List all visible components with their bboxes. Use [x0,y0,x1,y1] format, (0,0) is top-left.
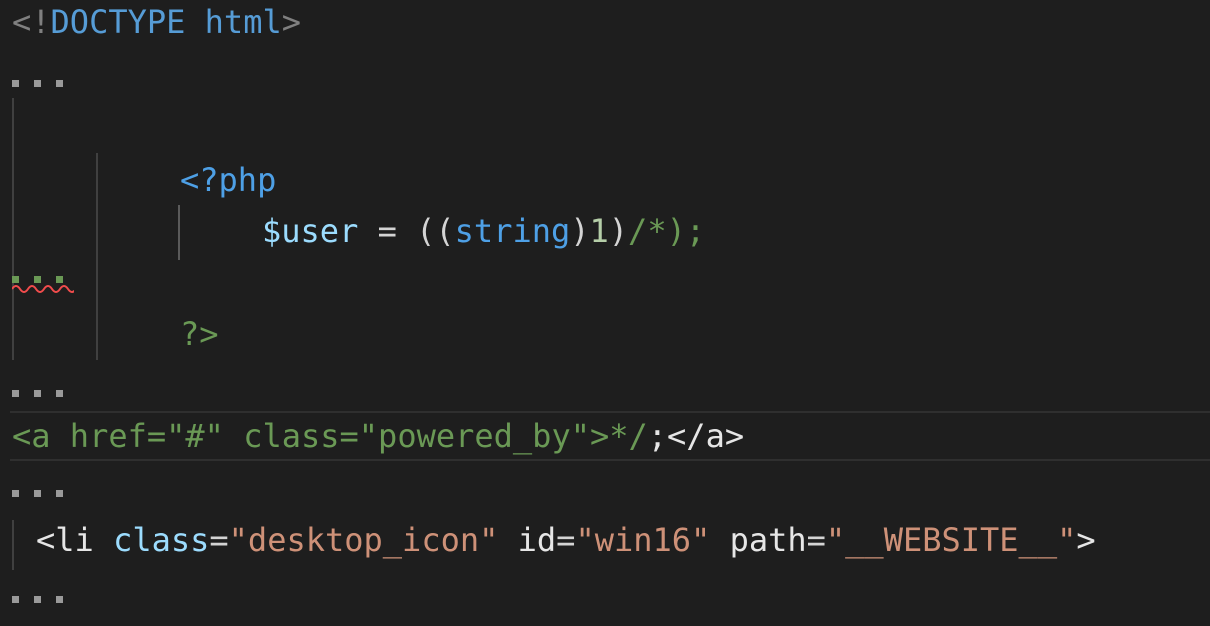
error-squiggle [12,285,74,293]
folded-region-ellipsis[interactable] [12,80,72,90]
php-type-cast: string [454,212,571,250]
doctype-space [185,3,204,41]
code-line-php-close[interactable]: ?> [180,310,219,358]
folded-region-ellipsis[interactable] [12,390,72,400]
li-eq-id: = [556,521,576,559]
php-comment-open: /* [628,212,667,250]
indent-guide [96,153,98,360]
li-eq-path: = [806,521,826,559]
php-semicolon: ); [666,212,706,250]
php-equals: = [358,212,417,250]
code-editor[interactable]: <!DOCTYPE html> <?php $user = ((string)1… [0,0,1210,626]
li-value-class: "desktop_icon" [228,521,499,559]
li-open: <li [36,521,94,559]
php-number: 1 [589,212,609,250]
code-line-php-open[interactable]: <?php [180,156,276,204]
doctype-name: html [204,3,282,41]
php-trailing-paren: ) [608,212,629,250]
li-value-id: "win16" [575,521,711,559]
li-attr-id: id [498,521,557,559]
code-line-doctype[interactable]: <!DOCTYPE html> [12,0,301,46]
code-line-li[interactable]: <li class="desktop_icon" id="win16" path… [36,516,1096,564]
doctype-keyword: DOCTYPE [50,3,186,41]
indent-guide [178,205,180,260]
code-line-anchor[interactable]: <a href="#" class="powered_by">*/;</a> [12,412,744,460]
li-eq-class: = [209,521,229,559]
anchor-close-tag: </a> [667,417,745,455]
li-attr-class: class [93,521,210,559]
folded-region-ellipsis[interactable] [12,490,72,500]
li-close: > [1076,521,1096,559]
anchor-commented-text: <a href="#" class="powered_by"> [12,417,610,455]
doctype-close: > [281,3,301,41]
doctype-open: <! [12,3,51,41]
php-variable: $user [262,212,359,250]
li-value-path: "__WEBSITE__" [825,521,1077,559]
folded-region-ellipsis[interactable] [12,596,72,606]
anchor-semicolon: ; [647,417,668,455]
li-attr-path: path [710,521,807,559]
php-open-tag: <?php [180,161,277,199]
indent-guide [12,520,14,570]
comment-close: */ [609,417,648,455]
php-close-tag: ?> [180,315,219,353]
php-paren-close: ) [570,212,590,250]
indent-guide [12,98,14,360]
php-paren-open: (( [416,212,455,250]
code-line-php-statement[interactable]: $user = ((string)1)/*); [262,207,705,255]
